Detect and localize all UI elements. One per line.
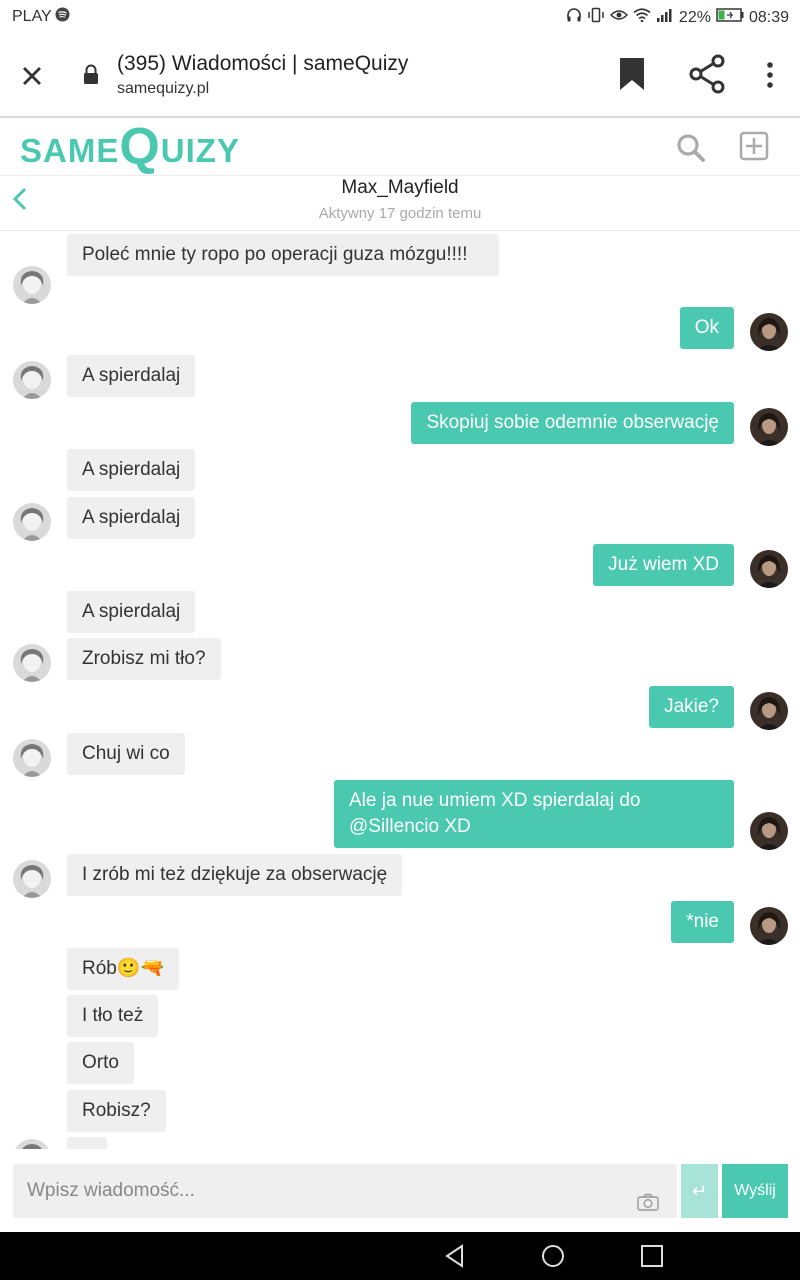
- vibrate-icon: [587, 7, 605, 28]
- message-list[interactable]: Poleć mnie ty ropo po operacji guza mózg…: [0, 231, 800, 1149]
- send-button[interactable]: Wyślij: [722, 1164, 788, 1218]
- camera-icon[interactable]: [637, 1193, 659, 1211]
- clock: 08:39: [748, 8, 789, 26]
- eye-icon: [609, 8, 628, 27]
- own-avatar[interactable]: [750, 692, 788, 730]
- spotify-icon: [55, 7, 70, 27]
- headphones-icon: [566, 7, 582, 28]
- incoming-message[interactable]: A spierdalaj: [67, 591, 196, 633]
- lock-icon: [82, 64, 100, 86]
- conversation-header: Max_Mayfield Aktywny 17 godzin temu: [0, 176, 800, 231]
- incoming-message[interactable]: Zrobisz mi tło?: [67, 638, 221, 680]
- wifi-icon: [633, 8, 651, 27]
- message-input[interactable]: [13, 1164, 677, 1218]
- own-avatar[interactable]: [750, 550, 788, 588]
- incoming-message[interactable]: Chuj wi co: [67, 733, 185, 775]
- incoming-message[interactable]: I tło też: [67, 995, 159, 1037]
- incoming-message[interactable]: Rób🙂🔫: [67, 948, 180, 990]
- enter-toggle-button[interactable]: ↵: [681, 1164, 718, 1218]
- samequizy-logo[interactable]: SAME Q UIZY: [20, 119, 240, 176]
- nav-recents-icon[interactable]: [640, 1244, 664, 1268]
- outgoing-message[interactable]: Ok: [679, 307, 734, 349]
- signal-icon: [656, 8, 674, 27]
- contact-avatar[interactable]: [13, 361, 51, 399]
- carrier-label: PLAY: [12, 8, 52, 25]
- incoming-message[interactable]: A spierdalaj: [67, 449, 196, 491]
- battery-percent: 22%: [678, 8, 711, 26]
- outgoing-message[interactable]: Skopiuj sobie odemnie obserwację: [411, 402, 734, 444]
- contact-avatar[interactable]: [13, 266, 51, 304]
- search-icon[interactable]: [676, 133, 706, 163]
- contact-avatar[interactable]: [13, 644, 51, 682]
- own-avatar[interactable]: [750, 812, 788, 850]
- incoming-message[interactable]: A spierdalaj: [67, 497, 196, 539]
- browser-toolbar: (395) Wiadomości | sameQuizy samequizy.p…: [0, 34, 800, 118]
- outgoing-message[interactable]: Jakie?: [649, 686, 734, 728]
- nav-back-icon[interactable]: [443, 1244, 467, 1268]
- logo-q: Q: [119, 118, 161, 176]
- logo-uizy: UIZY: [160, 132, 240, 169]
- status-bar: PLAY 22% 08:39: [0, 0, 800, 34]
- message-composer: ↵ Wyślij: [0, 1149, 800, 1232]
- outgoing-message[interactable]: Już wiem XD: [593, 544, 734, 586]
- battery-icon: [716, 8, 744, 27]
- send-button-label: Wyślij: [734, 1182, 776, 1199]
- incoming-message[interactable]: Robisz?: [67, 1090, 166, 1132]
- share-icon[interactable]: [688, 54, 726, 94]
- outgoing-message[interactable]: Ale ja nue umiem XD spierdalaj do @Sille…: [334, 780, 734, 848]
- own-avatar[interactable]: [750, 907, 788, 945]
- contact-status: Aktywny 17 godzin temu: [318, 205, 482, 222]
- add-square-icon[interactable]: [739, 131, 769, 161]
- site-header: SAME Q UIZY: [0, 119, 800, 176]
- system-nav-bar: [0, 1232, 800, 1280]
- contact-avatar[interactable]: [13, 860, 51, 898]
- incoming-message[interactable]: Poleć mnie ty ropo po operacji guza mózg…: [67, 234, 499, 276]
- own-avatar[interactable]: [750, 408, 788, 446]
- outgoing-message[interactable]: *nie: [671, 901, 734, 943]
- incoming-message[interactable]: Orto: [67, 1042, 134, 1084]
- contact-name[interactable]: Max_Mayfield: [0, 177, 800, 199]
- enter-icon: ↵: [691, 1180, 708, 1201]
- more-vertical-icon[interactable]: [762, 60, 778, 90]
- contact-avatar[interactable]: [13, 739, 51, 777]
- nav-home-icon[interactable]: [541, 1244, 565, 1268]
- incoming-message[interactable]: A spierdalaj: [67, 355, 196, 397]
- incoming-message[interactable]: [67, 1137, 107, 1149]
- contact-avatar[interactable]: [13, 1139, 51, 1149]
- page-title: (395) Wiadomości | sameQuizy: [117, 52, 409, 75]
- bookmark-icon[interactable]: [618, 56, 646, 92]
- page-url[interactable]: samequizy.pl: [117, 80, 209, 98]
- own-avatar[interactable]: [750, 313, 788, 351]
- incoming-message[interactable]: I zrób mi też dziękuje za obserwację: [67, 854, 403, 896]
- close-icon[interactable]: [18, 62, 46, 90]
- contact-avatar[interactable]: [13, 503, 51, 541]
- logo-same: SAME: [20, 132, 120, 169]
